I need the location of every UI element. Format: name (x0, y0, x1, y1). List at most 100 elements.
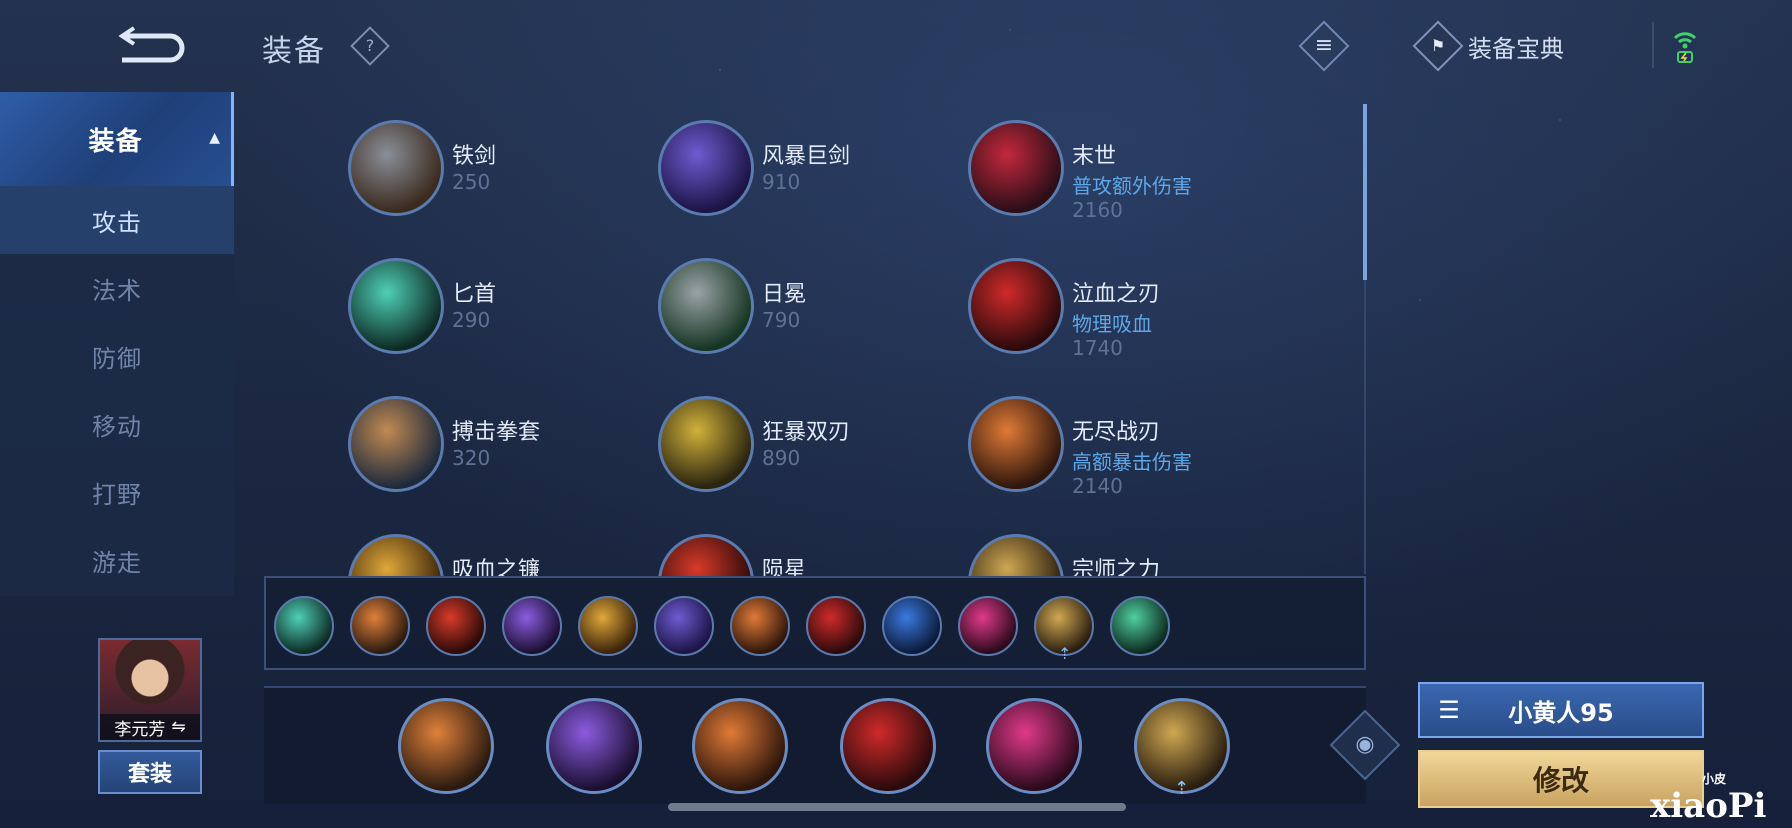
item-card[interactable]: 无尽战刃 高额暴击伤害 2140 (964, 388, 1264, 508)
storm-sword-icon (658, 120, 754, 216)
bloodweeper-icon[interactable] (840, 698, 936, 794)
infinity-blade-icon[interactable] (730, 596, 790, 656)
item-card[interactable]: 风暴巨剑 910 (654, 112, 954, 232)
back-arrow-icon (118, 26, 185, 63)
upgrade-arrow-icon: ⇡ (1058, 644, 1072, 663)
swap-icon: ⇋ (171, 717, 186, 737)
sidebar-item-magic[interactable]: 法术 (0, 254, 234, 322)
meteor-icon (658, 534, 754, 576)
sidebar-item-label: 防御 (92, 344, 142, 373)
set-button[interactable]: 套装 (98, 750, 202, 794)
divider (1652, 22, 1654, 68)
item-card[interactable]: 吸血之镰 (344, 526, 644, 576)
item-price: 1740 (1072, 336, 1123, 360)
master-power-icon (968, 534, 1064, 576)
item-name: 无尽战刃 (1072, 420, 1161, 445)
item-grid: 铁剑 250 风暴巨剑 910 末世 普攻额外伤害 2160 匕首 290 日冕… (344, 112, 1344, 576)
help-icon[interactable]: ? (350, 26, 390, 66)
category-sidebar: 装备 ▲ 攻击 法术 防御 移动 打野 游走 (0, 92, 234, 596)
list-icon: ≡ (1314, 33, 1334, 58)
boots-icon[interactable] (350, 596, 410, 656)
item-card[interactable]: 陨星 (654, 526, 954, 576)
sidebar-item-attack[interactable]: 攻击 (0, 186, 234, 254)
armored-boots-icon[interactable] (398, 698, 494, 794)
item-effect: 高额暴击伤害 (1072, 450, 1192, 474)
build-select-button[interactable]: ☰ 小黄人95 (1418, 682, 1704, 738)
sidebar-item-label: 游走 (92, 548, 142, 577)
item-name: 搏击拳套 (452, 420, 541, 445)
item-price: 790 (762, 308, 801, 332)
axe-icon[interactable] (502, 596, 562, 656)
chevron-up-icon: ▲ (209, 130, 221, 146)
infinity-blade-icon[interactable] (692, 698, 788, 794)
item-price: 2160 (1072, 198, 1123, 222)
item-card[interactable]: 狂暴双刃 890 (654, 388, 954, 508)
item-price: 250 (452, 170, 491, 194)
storm-sword-icon[interactable] (654, 596, 714, 656)
item-card[interactable]: 搏击拳套 320 (344, 388, 644, 508)
upgrade-arrow-icon: ⇡ (1174, 778, 1190, 799)
meteor-icon[interactable] (426, 596, 486, 656)
item-name: 匕首 (452, 282, 497, 307)
item-name: 陨星 (762, 558, 807, 576)
sidebar-item-label: 攻击 (92, 208, 142, 237)
codex-icon: ⚑ (1412, 20, 1464, 72)
watermark-small: 小皮 (1702, 772, 1727, 786)
codex-label: 装备宝典 (1468, 34, 1564, 63)
sidebar-item-defense[interactable]: 防御 (0, 322, 234, 390)
item-card[interactable]: 末世 普攻额外伤害 2160 (964, 112, 1264, 232)
equipment-codex-button[interactable]: ⚑ 装备宝典 (1412, 20, 1564, 72)
watermark-logo: 小皮 xiaoPi (1650, 770, 1788, 826)
scythe-icon[interactable] (578, 596, 638, 656)
bloodweeper-icon[interactable] (806, 596, 866, 656)
green-boots-icon[interactable] (1110, 596, 1170, 656)
item-card[interactable]: 泣血之刃 物理吸血 1740 (964, 250, 1264, 370)
dagger-icon (348, 258, 444, 354)
item-name: 风暴巨剑 (762, 144, 851, 169)
hero-name-bar: 李元芳 ⇋ (100, 714, 200, 740)
sidebar-item-label: 装备 (88, 126, 143, 157)
page-title: 装备 (262, 34, 326, 69)
iron-sword-icon (348, 120, 444, 216)
pink-blade-icon[interactable] (986, 698, 1082, 794)
item-price: 320 (452, 446, 491, 470)
item-card[interactable]: 匕首 290 (344, 250, 644, 370)
back-button[interactable] (112, 24, 192, 64)
doomsday-icon (968, 120, 1064, 216)
scrollbar-thumb[interactable] (1363, 104, 1367, 280)
sidebar-item-movement[interactable]: 移动 (0, 390, 234, 458)
recent-items-strip: ⇡ (264, 576, 1366, 670)
item-name: 日冕 (762, 282, 807, 307)
eye-icon: ◉ (1355, 732, 1375, 757)
dagger-icon[interactable] (274, 596, 334, 656)
sidebar-item-label: 移动 (92, 412, 142, 441)
item-name: 吸血之镰 (452, 558, 541, 576)
item-effect: 普攻额外伤害 (1072, 174, 1192, 198)
sidebar-item-jungle[interactable]: 打野 (0, 458, 234, 526)
sidebar-item-equipment[interactable]: 装备 ▲ (0, 92, 234, 186)
bloodweeper-icon (968, 258, 1064, 354)
item-card[interactable]: 宗师之力 (964, 526, 1264, 576)
item-name: 泣血之刃 (1072, 282, 1161, 307)
build-bar: ⇡ (264, 686, 1366, 804)
corona-icon (658, 258, 754, 354)
item-name: 末世 (1072, 144, 1117, 169)
blue-blade-icon[interactable] (882, 596, 942, 656)
purple-axe-icon[interactable] (546, 698, 642, 794)
sidebar-item-label: 打野 (92, 480, 142, 509)
wifi-signal-icon (1673, 32, 1697, 63)
item-card[interactable]: 铁剑 250 (344, 112, 644, 232)
item-name: 宗师之力 (1072, 558, 1161, 576)
item-effect: 物理吸血 (1072, 312, 1152, 336)
hero-portrait[interactable]: 李元芳 ⇋ (98, 638, 202, 742)
boxing-glove-icon (348, 396, 444, 492)
menu-button[interactable]: ≡ (1298, 20, 1350, 72)
watermark-main: xiaoPi (1650, 786, 1767, 826)
item-price: 890 (762, 446, 801, 470)
item-price: 2140 (1072, 474, 1123, 498)
pink-blade-icon[interactable] (958, 596, 1018, 656)
item-name: 狂暴双刃 (762, 420, 851, 445)
home-indicator (668, 803, 1126, 811)
item-card[interactable]: 日冕 790 (654, 250, 954, 370)
sidebar-item-roam[interactable]: 游走 (0, 526, 234, 594)
